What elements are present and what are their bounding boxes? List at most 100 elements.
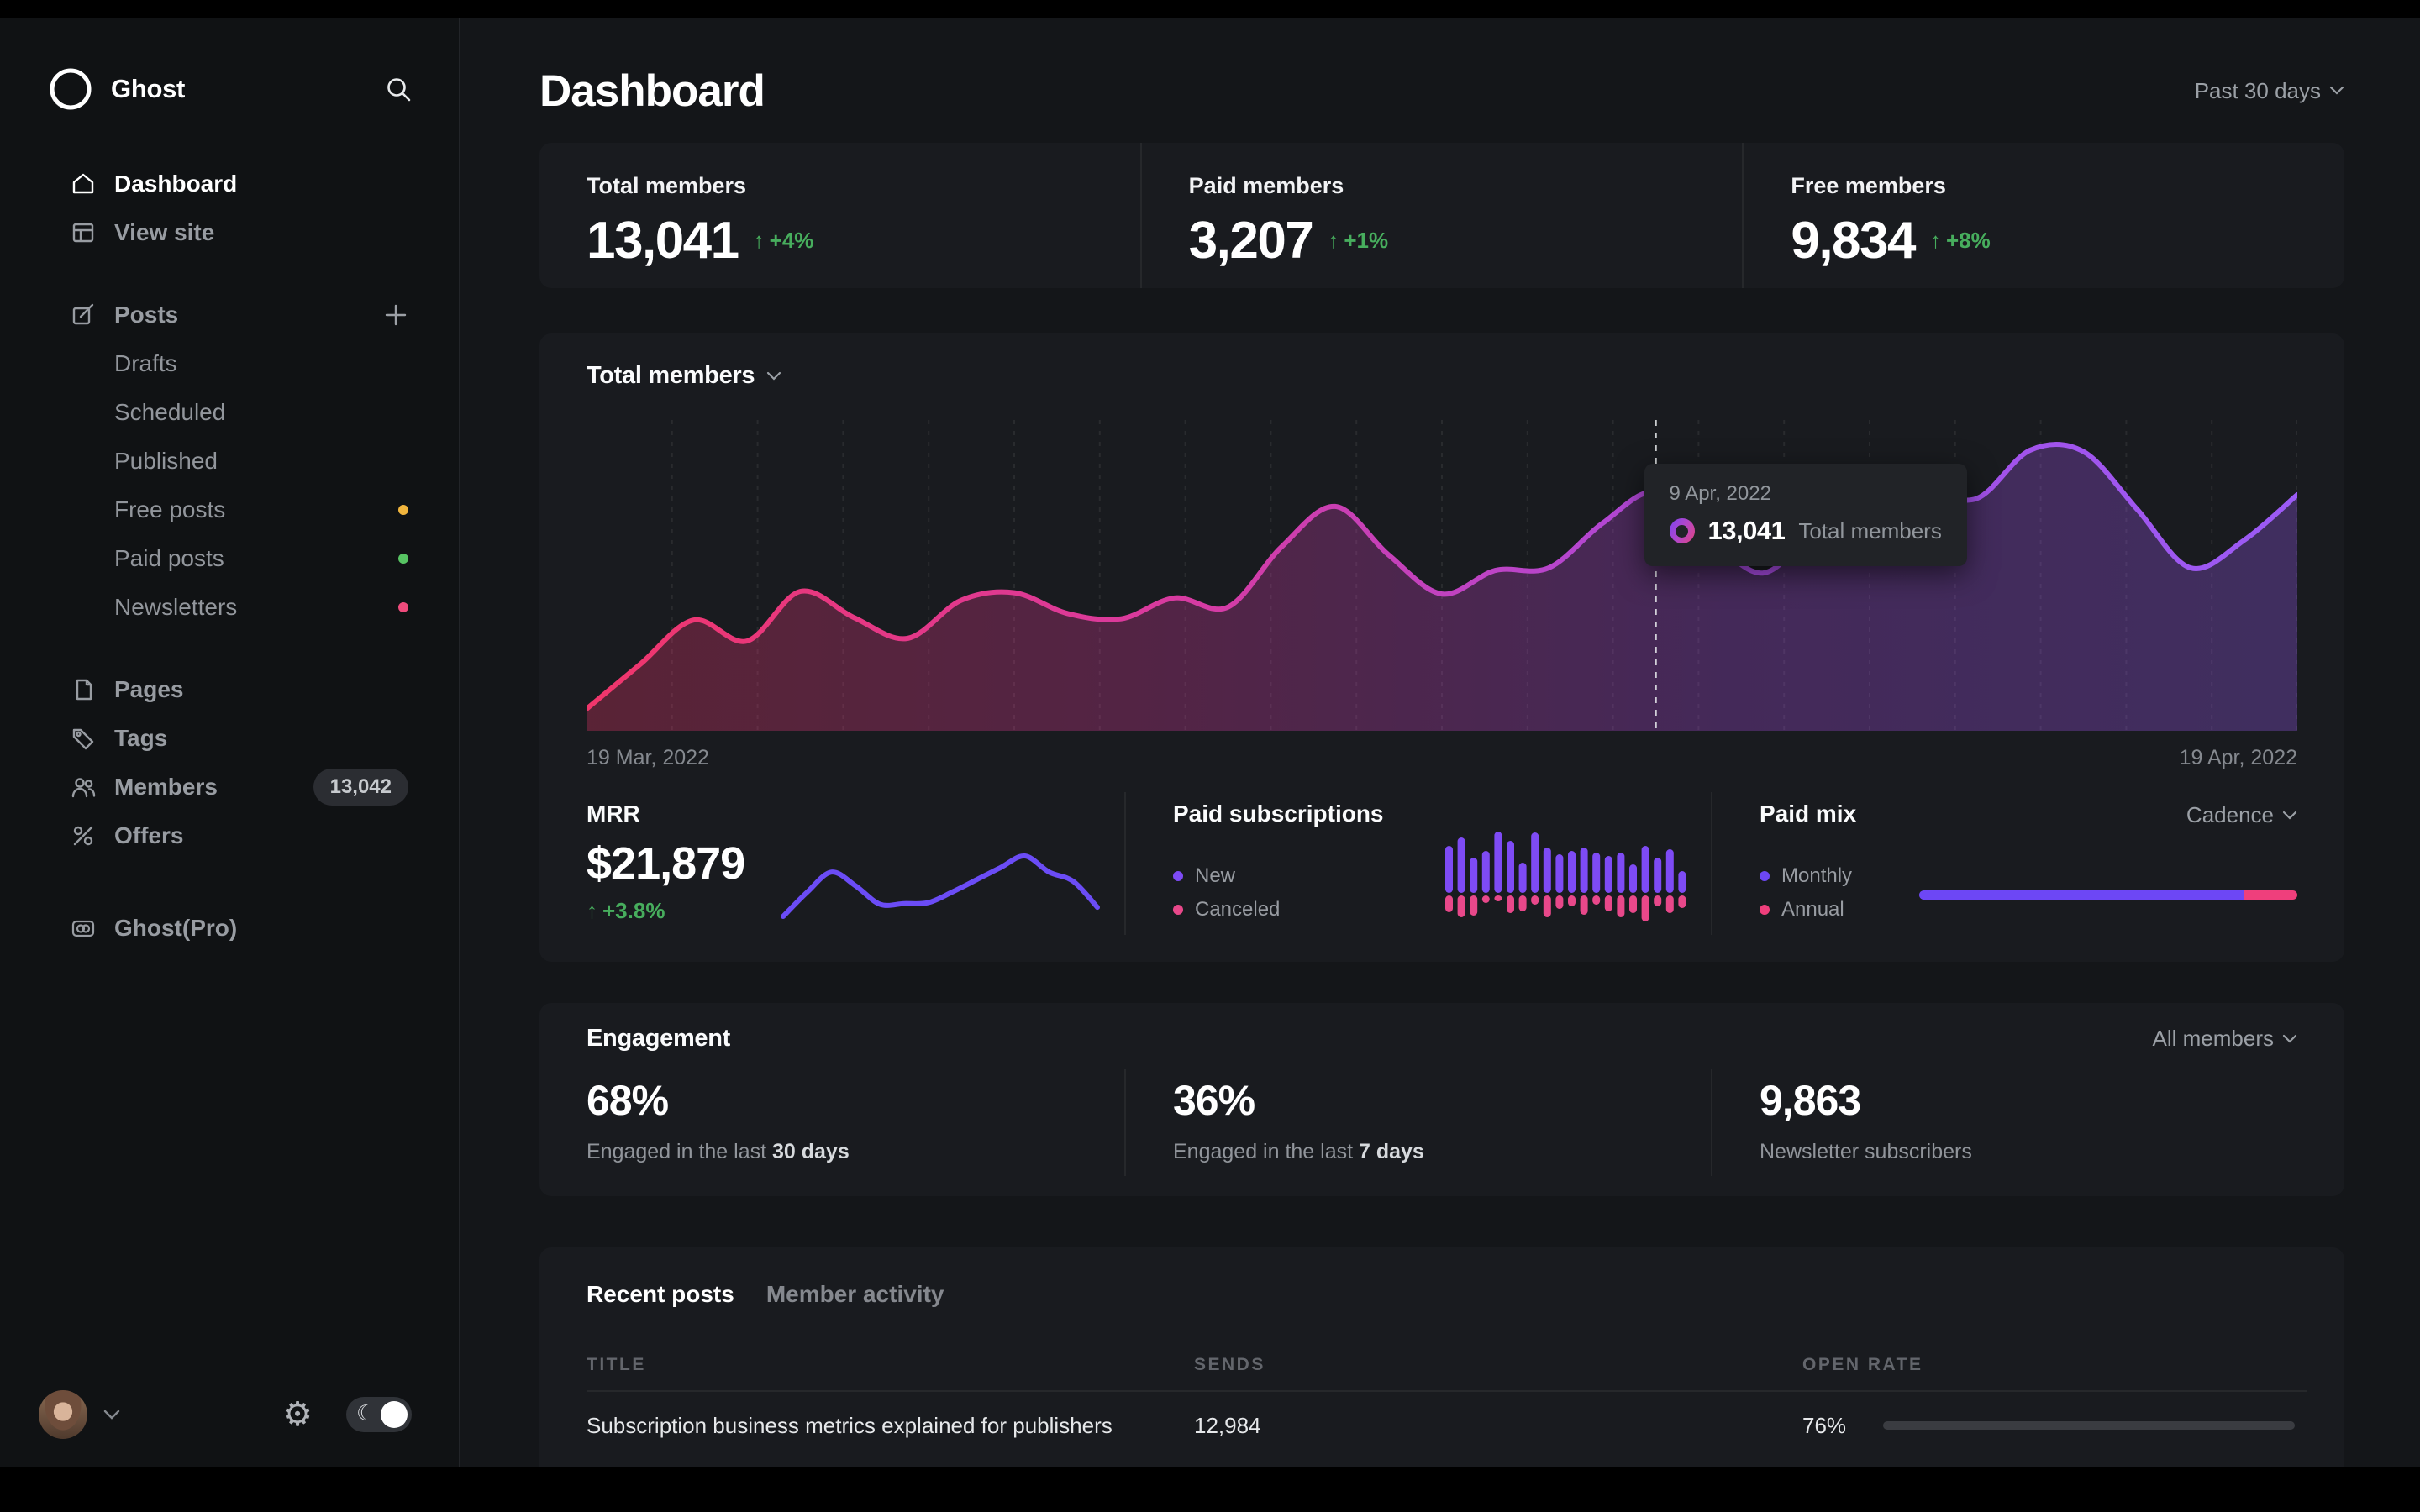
members-area-chart[interactable]: 9 Apr, 2022 13,041 Total members [587,420,2297,731]
trend-up-icon: ↑ [587,898,597,924]
page-title: Dashboard [539,66,765,117]
legend-annual-dot-icon [1760,905,1770,915]
post-title: Subscription business metrics explained … [587,1413,1194,1439]
sidebar-item-label: Dashboard [114,171,237,197]
sidebar-item-newsletters[interactable]: Newsletters [0,583,459,632]
engagement-caption: Newsletter subscribers [1760,1140,1972,1163]
sidebar-item-paid-posts[interactable]: Paid posts [0,534,459,583]
chart-tooltip: 9 Apr, 2022 13,041 Total members [1644,464,1967,566]
open-rate-bar [1883,1421,2295,1430]
newsletters-dot-icon [398,602,408,612]
sidebar-header: Ghost [0,62,459,116]
search-icon[interactable] [385,76,412,102]
page-icon [71,677,96,702]
date-range-label: Past 30 days [2195,78,2321,104]
sidebar-item-tags[interactable]: Tags [0,714,459,763]
column-header-title: TITLE [587,1355,1194,1375]
new-post-icon[interactable] [383,302,408,328]
chart-metric-select[interactable]: Total members [587,362,2297,390]
audience-select[interactable]: All members [2153,1026,2297,1052]
stat-value: 13,041 [587,211,739,270]
paid-subscriptions-panel: Paid subscriptions New Canceled [1124,792,1711,935]
members-chart-card: Total members 9 Apr, 2022 13,041 Total m… [539,333,2344,962]
stat-free-members: Free members 9,834 ↑+8% [1742,143,2344,288]
sidebar-item-label: Tags [114,725,167,752]
paid-mix-stacked-bar [1919,890,2297,900]
sidebar-item-view-site[interactable]: View site [0,208,459,257]
engagement-title: Engagement [587,1025,730,1053]
stats-card: Total members 13,041 ↑+4% Paid members 3… [539,143,2344,288]
annual-segment [2244,890,2297,900]
engagement-value: 36% [1173,1076,1711,1125]
engagement-30d: 68% Engaged in the last 30 days [587,1069,1124,1176]
engagement-value: 9,863 [1760,1076,2297,1125]
sidebar-item-label: Newsletters [114,594,237,621]
sidebar-item-free-posts[interactable]: Free posts [0,486,459,534]
gear-icon[interactable]: ⚙ [282,1398,313,1431]
chart-title: Total members [587,362,755,390]
stat-value: 9,834 [1791,211,1915,270]
chevron-down-icon [766,371,781,381]
sidebar-item-drafts[interactable]: Drafts [0,339,459,388]
tab-member-activity[interactable]: Member activity [766,1281,944,1308]
paid-subscriptions-title: Paid subscriptions [1173,801,1711,827]
legend-label: New [1195,864,1235,888]
browser-window-icon [71,220,96,245]
site-logo[interactable] [47,66,94,113]
trend-up-icon: ↑ [1930,228,1941,254]
trend-up-icon: ↑ [1328,228,1339,254]
trend-up-icon: ↑ [754,228,765,254]
open-rate-value: 76% [1802,1413,1861,1439]
sidebar-item-published[interactable]: Published [0,437,459,486]
sidebar-item-posts[interactable]: Posts [0,291,459,339]
mrr-delta: +3.8% [602,898,665,924]
toggle-knob [381,1401,408,1428]
chevron-down-icon[interactable] [103,1409,121,1420]
table-row[interactable]: Subscription business metrics explained … [587,1392,2307,1459]
tooltip-date: 9 Apr, 2022 [1670,482,1942,506]
sidebar-item-offers[interactable]: Offers [0,811,459,860]
stat-paid-members: Paid members 3,207 ↑+1% [1140,143,1743,288]
sidebar: Ghost Dashboard [0,18,460,1467]
mrr-sparkline [780,851,1101,923]
engagement-caption-bold: 7 days [1359,1140,1424,1163]
legend-new-dot-icon [1173,871,1183,881]
sidebar-item-ghost-pro[interactable]: Ghost(Pro) [0,904,459,953]
sidebar-item-pages[interactable]: Pages [0,665,459,714]
engagement-caption-bold: 30 days [772,1140,850,1163]
date-range-select[interactable]: Past 30 days [2195,78,2344,104]
sidebar-footer: ⚙ ☾ [39,1390,412,1439]
sidebar-item-members[interactable]: Members 13,042 [0,763,459,811]
tooltip-marker-icon [1670,518,1695,543]
sidebar-item-scheduled[interactable]: Scheduled [0,388,459,437]
main-content: Dashboard Past 30 days Total members 13,… [460,18,2420,1467]
stat-value: 3,207 [1189,211,1313,270]
chart-end-date: 19 Apr, 2022 [2180,746,2297,770]
column-header-open-rate: OPEN RATE [1802,1355,2307,1375]
paid-mix-panel: Paid mix Cadence Monthly Annual [1711,792,2297,935]
column-header-sends: SENDS [1194,1355,1802,1375]
cadence-select[interactable]: Cadence [2186,802,2297,828]
dark-mode-toggle[interactable]: ☾ [346,1397,412,1432]
paid-subscriptions-bar-chart [1444,832,1689,932]
free-posts-dot-icon [398,505,408,515]
sidebar-item-label: Published [114,448,218,475]
sidebar-item-dashboard[interactable]: Dashboard [0,160,459,208]
legend-label: Annual [1781,898,1844,921]
sidebar-item-label: Offers [114,822,183,849]
table-row[interactable]: How to create a valuable offer that conv… [587,1459,2307,1467]
tab-recent-posts[interactable]: Recent posts [587,1281,734,1308]
engagement-value: 68% [587,1076,1124,1125]
avatar[interactable] [39,1390,87,1439]
newsletter-subscribers: 9,863 Newsletter subscribers [1711,1069,2297,1176]
audience-label: All members [2153,1026,2274,1052]
percent-icon [71,823,96,848]
cadence-label: Cadence [2186,802,2274,828]
stat-delta: +1% [1344,228,1388,254]
tag-icon [71,726,96,751]
sidebar-item-label: Members [114,774,218,801]
tooltip-value: 13,041 [1708,516,1786,546]
sidebar-item-label: Free posts [114,496,225,523]
stat-total-members: Total members 13,041 ↑+4% [539,143,1140,288]
chevron-down-icon [2329,86,2344,96]
